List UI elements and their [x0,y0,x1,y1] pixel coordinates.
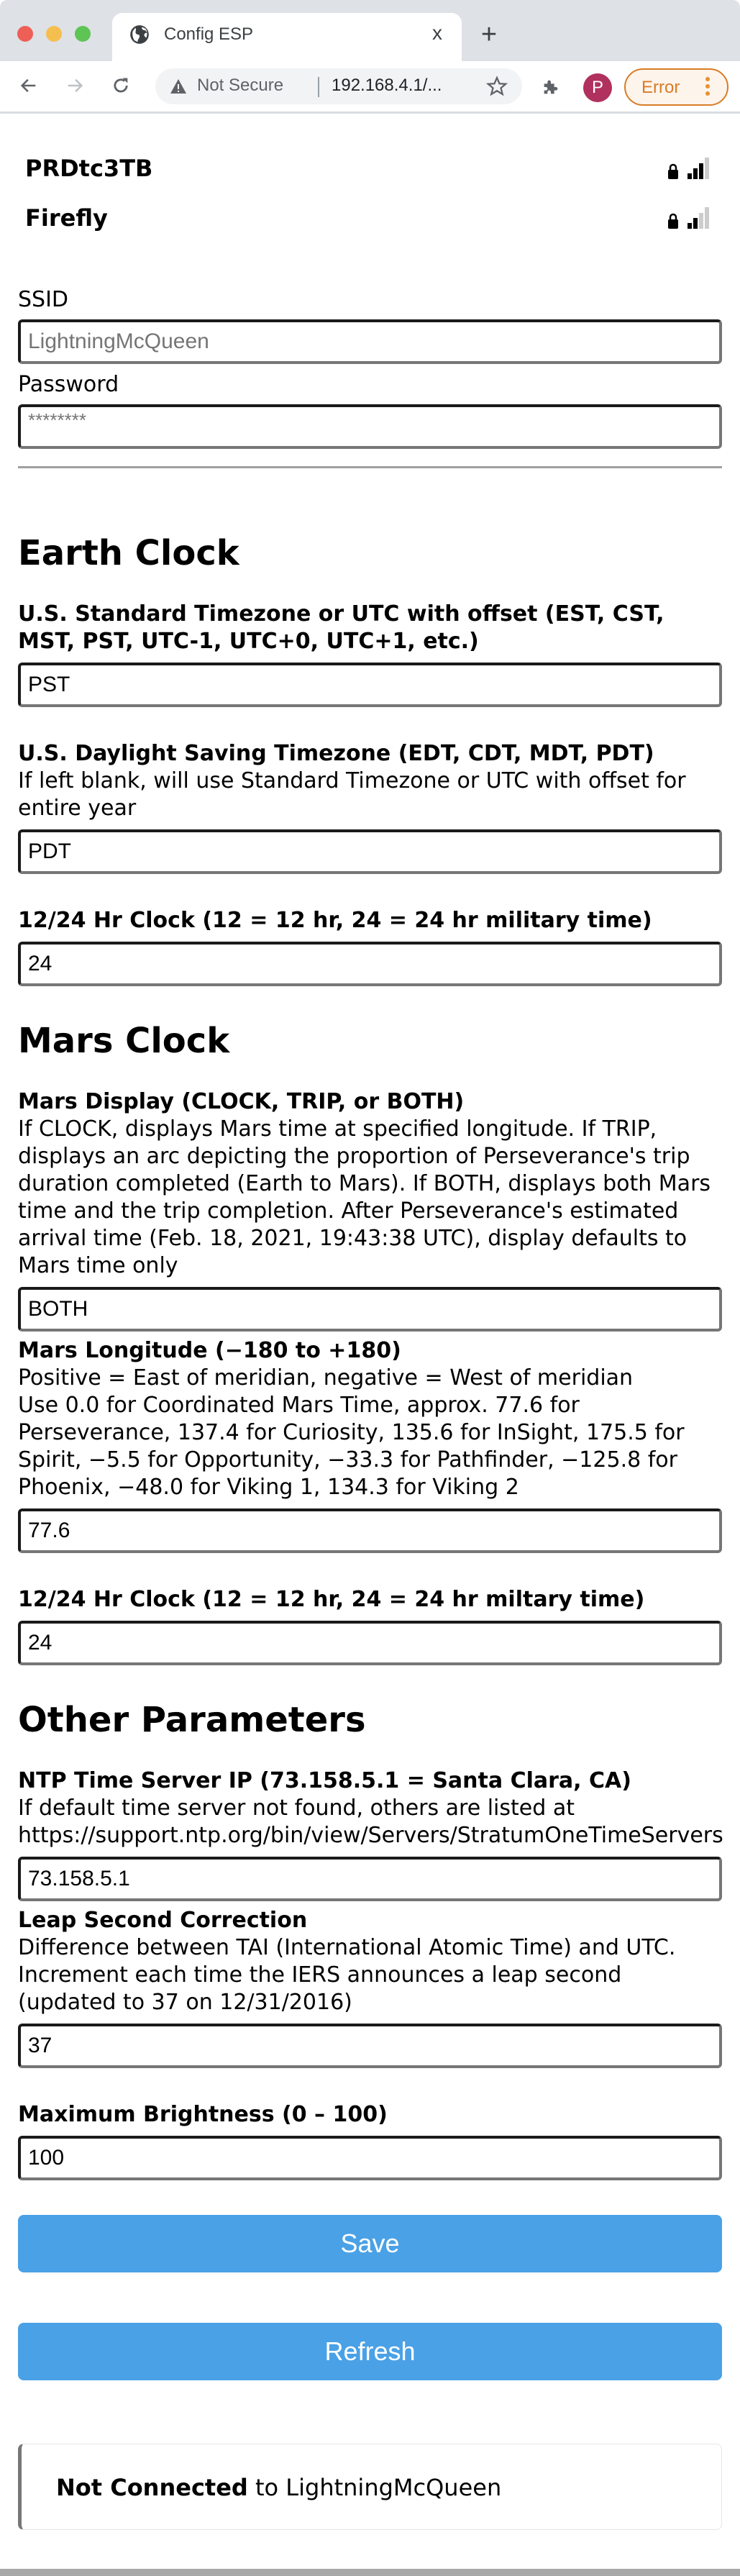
reload-button[interactable] [106,71,135,100]
mars-longitude-help-2: Use 0.0 for Coordinated Mars Time, appro… [18,1393,685,1500]
ntp-server-help-1: If default time server not found, others… [18,1796,575,1821]
connection-status-text: Not Connected to LightningMcQueen [56,2474,501,2501]
mars-longitude-label: Mars Longitude (−180 to +180) [18,1338,401,1363]
mars-display-group: Mars Display (CLOCK, TRIP, or BOTH) If C… [18,1088,722,1332]
mars-hour-format-label: 12/24 Hr Clock (12 = 12 hr, 24 = 24 hr m… [18,1587,645,1612]
save-button[interactable]: Save [18,2215,722,2272]
standard-timezone-group: U.S. Standard Timezone or UTC with offse… [18,601,722,707]
tab-title: Config ESP [164,24,254,44]
new-tab-button[interactable]: + [475,20,503,49]
window-bottom-edge [0,2569,740,2576]
puzzle-icon[interactable] [541,77,561,97]
signal-bar [693,218,698,229]
earth-hour-format-group: 12/24 Hr Clock (12 = 12 hr, 24 = 24 hr m… [18,907,722,986]
minimize-window-button[interactable] [46,26,62,42]
standard-timezone-input[interactable] [18,663,722,707]
mars-display-label: Mars Display (CLOCK, TRIP, or BOTH) [18,1089,465,1114]
mars-longitude-input[interactable] [18,1508,722,1553]
tab-close-button[interactable]: x [426,22,449,45]
mars-clock-heading: Mars Clock [18,1021,230,1061]
connection-network: LightningMcQueen [286,2474,502,2501]
mars-display-help: If CLOCK, displays Mars time at specifie… [18,1116,711,1278]
leap-second-input[interactable] [18,2024,722,2068]
signal-bar [699,163,703,179]
leap-second-help: Difference between TAI (International At… [18,1935,676,2015]
browser-toolbar: Not Secure 192.168.4.1/... P Error [0,61,740,114]
connection-status: Not Connected to LightningMcQueen [18,2444,722,2530]
maximize-window-button[interactable] [75,26,91,42]
forward-button[interactable] [60,71,89,100]
error-button[interactable]: Error [624,68,728,106]
connection-connector: to [247,2474,286,2501]
mars-display-input[interactable] [18,1287,722,1332]
refresh-button[interactable]: Refresh [18,2323,722,2380]
address-bar[interactable]: Not Secure 192.168.4.1/... [155,68,522,104]
signal-bar [693,168,698,179]
arrow-right-icon [68,78,83,93]
daylight-timezone-input[interactable] [18,829,722,874]
close-window-button[interactable] [17,26,33,42]
network-name[interactable]: PRDtc3TB [25,155,152,182]
network-list: PRDtc3TB Firefly [18,116,722,254]
brightness-input[interactable] [18,2136,722,2180]
leap-second-label: Leap Second Correction [18,1908,308,1933]
lock-icon [668,213,678,229]
signal-bar [705,158,709,179]
profile-avatar[interactable]: P [583,73,612,102]
ntp-server-label: NTP Time Server IP (73.158.5.1 = Santa C… [18,1768,631,1793]
standard-timezone-label: U.S. Standard Timezone or UTC with offse… [18,601,664,654]
ntp-server-help-2: https://support.ntp.org/bin/view/Servers… [18,1823,723,1848]
url-text[interactable]: 192.168.4.1/... [332,76,442,96]
mars-hour-format-input[interactable] [18,1621,722,1665]
browser-tab-bar: Config ESP x + [0,0,740,61]
ntp-server-group: NTP Time Server IP (73.158.5.1 = Santa C… [18,1767,723,1901]
earth-hour-format-label: 12/24 Hr Clock (12 = 12 hr, 24 = 24 hr m… [18,908,652,933]
ssid-input[interactable] [18,319,722,364]
wifi-form: SSID Password [18,286,722,449]
mars-hour-format-group: 12/24 Hr Clock (12 = 12 hr, 24 = 24 hr m… [18,1586,722,1665]
signal-strength-icon [688,158,709,179]
signal-bar [688,173,692,179]
network-item[interactable]: PRDtc3TB [18,155,722,204]
daylight-timezone-help: If left blank, will use Standard Timezon… [18,768,686,821]
daylight-timezone-label: U.S. Daylight Saving Timezone (EDT, CDT,… [18,741,654,766]
password-label: Password [18,372,119,397]
other-parameters-heading: Other Parameters [18,1700,366,1740]
earth-clock-heading: Earth Clock [18,533,239,573]
ssid-label: SSID [18,287,69,312]
more-vert-icon [705,77,711,99]
browser-tab[interactable]: Config ESP x [112,13,462,61]
signal-bar [705,207,709,229]
mars-longitude-group: Mars Longitude (−180 to +180) Positive =… [18,1337,722,1553]
security-indicator[interactable]: Not Secure [197,76,283,96]
reload-icon [114,78,128,93]
network-name[interactable]: Firefly [25,204,108,232]
leap-second-group: Leap Second Correction Difference betwee… [18,1907,722,2068]
password-input[interactable] [18,404,722,449]
mars-longitude-help-1: Positive = East of meridian, negative = … [18,1365,634,1391]
signal-bar [699,213,703,229]
signal-bar [688,223,692,229]
daylight-timezone-group: U.S. Daylight Saving Timezone (EDT, CDT,… [18,740,722,874]
omnibox-divider [318,77,319,97]
config-page: PRDtc3TB Firefly SSID LightningMcQueen P… [0,116,740,2530]
lock-icon [668,163,678,179]
signal-strength-icon [688,207,709,229]
divider [18,466,722,468]
star-icon[interactable] [486,76,508,97]
network-item[interactable]: Firefly [18,204,722,254]
ntp-server-input[interactable] [18,1857,722,1901]
globe-icon [130,25,149,44]
warning-icon [170,79,186,94]
brightness-group: Maximum Brightness (0 – 100) [18,2101,722,2180]
connection-state: Not Connected [56,2474,248,2501]
error-label: Error [641,78,680,97]
earth-hour-format-input[interactable] [18,942,722,986]
brightness-label: Maximum Brightness (0 – 100) [18,2102,388,2127]
arrow-left-icon [20,78,36,93]
back-button[interactable] [14,71,43,100]
